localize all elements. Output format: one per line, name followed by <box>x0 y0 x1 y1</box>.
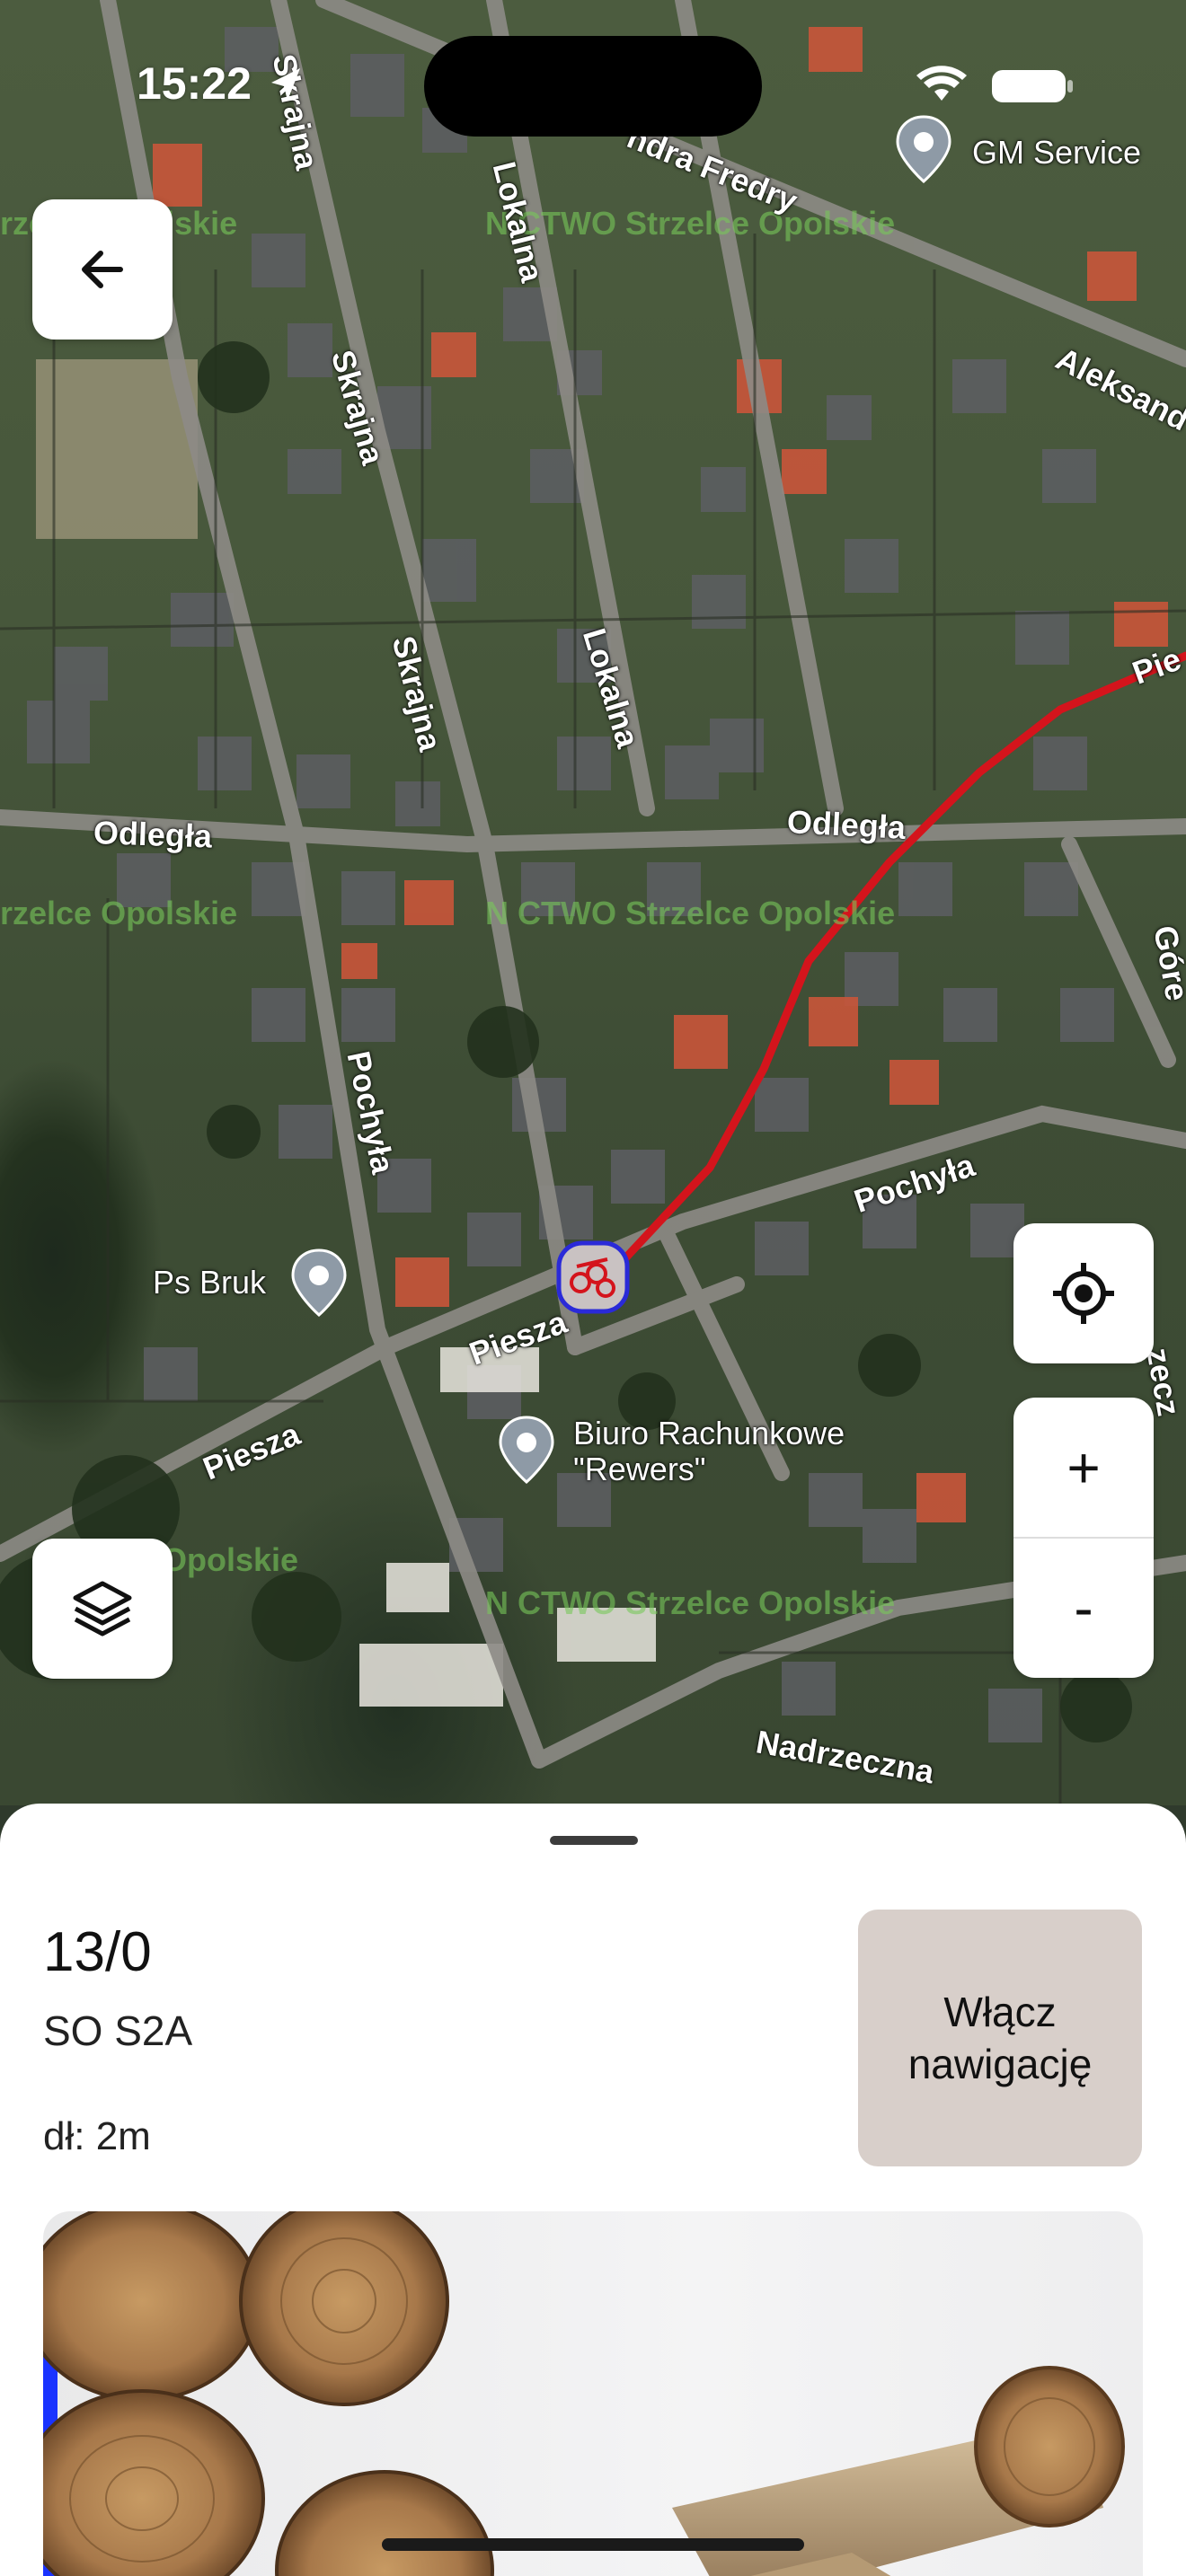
road-label: Odległa <box>93 814 213 855</box>
poi-label-ps-bruk: Ps Bruk <box>153 1264 267 1301</box>
poi-label-line: "Rewers" <box>573 1451 706 1487</box>
map-view[interactable]: N CTWO Strzelce Opolskie rzelce Opolskie… <box>0 0 1186 1805</box>
poi-pin-biuro[interactable] <box>498 1416 555 1484</box>
poi-label-line: Biuro Rachunkowe <box>573 1415 845 1451</box>
item-title: 13/0 <box>43 1921 152 1983</box>
item-subtitle: SO S2A <box>43 2007 193 2054</box>
map-watermark: N CTWO Strzelce Opolskie <box>485 895 896 931</box>
wifi-icon <box>916 66 967 101</box>
zoom-in-button[interactable]: + <box>1013 1398 1154 1538</box>
map-watermark: N CTWO Strzelce Opolskie <box>485 1584 896 1621</box>
zoom-controls: + - <box>1013 1398 1154 1678</box>
item-length: dł: 2m <box>43 2114 151 2158</box>
details-bottom-sheet: 13/0 SO S2A dł: 2m Włącz nawigację <box>0 1804 1186 2576</box>
road-label: Odległa <box>785 803 907 846</box>
timber-photo <box>43 2211 1143 2576</box>
crosshair-icon <box>1053 1263 1114 1324</box>
map-watermark: N CTWO Strzelce Opolskie <box>485 205 896 242</box>
poi-pin-ps-bruk[interactable] <box>290 1248 348 1317</box>
location-pin-icon <box>896 115 951 183</box>
sheet-drag-handle[interactable] <box>550 1836 638 1845</box>
start-navigation-button[interactable]: Włącz nawigację <box>858 1910 1142 2166</box>
status-time: 15:22 <box>137 58 252 109</box>
poi-label-biuro: Biuro Rachunkowe "Rewers" <box>573 1416 845 1487</box>
battery-icon <box>992 70 1073 102</box>
timber-logs-photo <box>43 2211 1125 2576</box>
home-indicator[interactable] <box>382 2538 804 2551</box>
timber-marker[interactable] <box>555 1239 631 1315</box>
map-watermark: Opolskie <box>162 1541 299 1578</box>
poi-pin-gm-service[interactable] <box>895 115 952 183</box>
location-pin-icon <box>499 1416 554 1484</box>
locate-me-button[interactable] <box>1013 1223 1154 1363</box>
poi-label-gm-service: GM Service <box>972 134 1142 171</box>
layers-button[interactable] <box>32 1539 173 1679</box>
map-watermark: rzelce Opolskie <box>0 895 238 931</box>
location-pin-icon <box>291 1248 347 1317</box>
dynamic-island <box>424 36 762 137</box>
layers-icon <box>73 1581 132 1636</box>
status-icons <box>916 66 1073 102</box>
location-arrow-icon <box>271 68 300 101</box>
back-button[interactable] <box>32 199 173 340</box>
timber-logs-icon <box>556 1240 630 1314</box>
arrow-left-icon <box>82 251 123 288</box>
zoom-out-button[interactable]: - <box>1013 1538 1154 1678</box>
